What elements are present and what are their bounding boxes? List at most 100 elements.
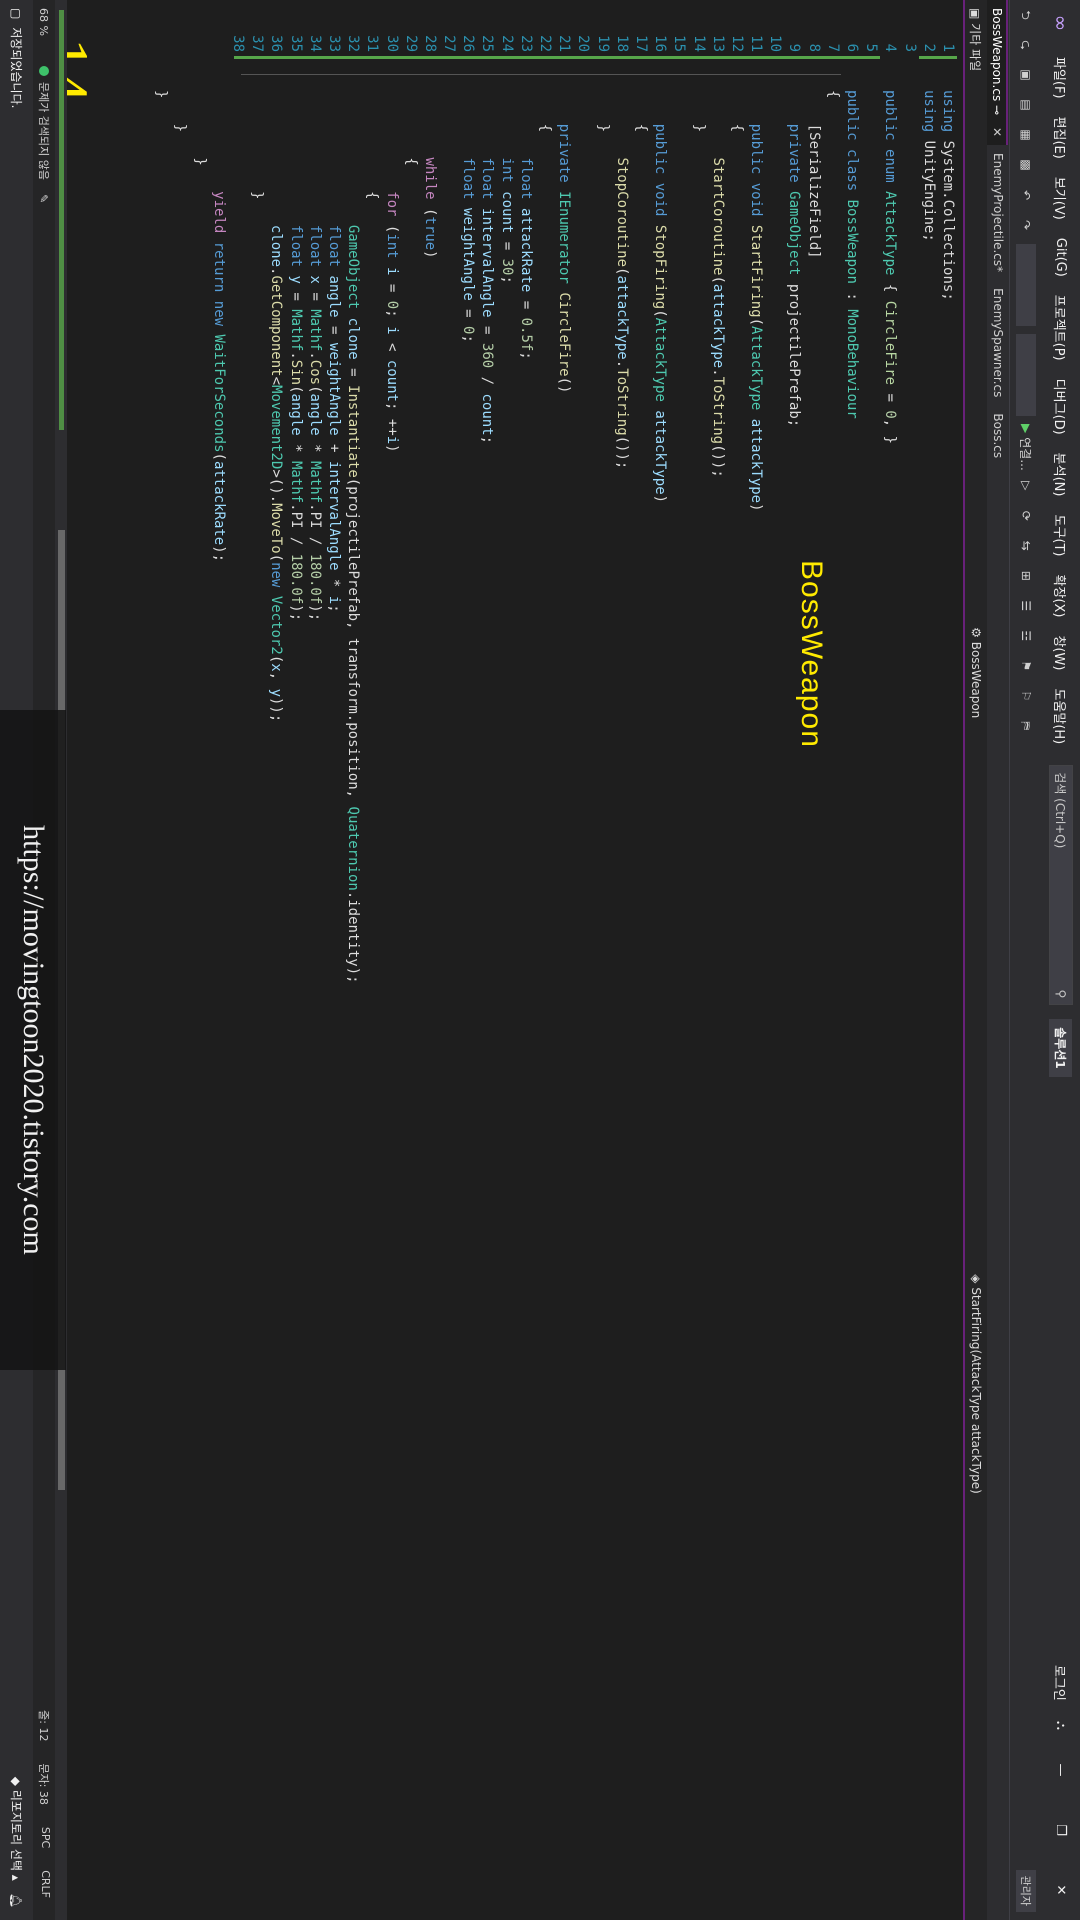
save-icon[interactable]: ▦	[1016, 125, 1036, 145]
code-line[interactable]	[669, 90, 688, 984]
code-line[interactable]: float y = Mathf.Sin(angle * Mathf.PI / 1…	[285, 90, 304, 984]
menu-file[interactable]: 파일(F)	[1052, 48, 1071, 108]
member-dropdown[interactable]: ◈ StartFiring(AttackType attackType)	[969, 1266, 983, 1502]
code-line[interactable]	[899, 90, 918, 984]
project-dropdown[interactable]: ▣ 기타 파일	[968, 0, 985, 79]
code-editor[interactable]: 1 2 3 4 5 6 7 8 9 10 11 12 13 14 15 16 17 18 19 20 21 22 23 24 2…	[31, 0, 963, 1920]
save-all-icon[interactable]: ▩	[1016, 155, 1036, 175]
code-line[interactable]: GameObject clone = Instantiate(projectil…	[343, 90, 362, 984]
minimize-icon[interactable]: —	[1054, 1750, 1069, 1790]
search-box[interactable]: 검색 (Ctrl+Q) ⚲	[1049, 765, 1073, 1006]
code-line[interactable]: for (int i = 0; i < count; ++i)	[381, 90, 400, 984]
notifications-icon[interactable]: 🔔︎	[10, 1893, 24, 1908]
code-line[interactable]: private IEnumerator CircleFire()	[554, 90, 573, 984]
code-line[interactable]: }	[688, 90, 707, 984]
code-line[interactable]: {	[631, 90, 650, 984]
code-line[interactable]: using UnityEngine;	[919, 90, 938, 984]
menu-extensions[interactable]: 확장(X)	[1052, 565, 1071, 626]
redo-icon[interactable]: ↷	[1016, 215, 1036, 235]
bookmark-icon[interactable]: ⚑	[1016, 656, 1036, 676]
open-folder-icon[interactable]: ▤	[1016, 95, 1036, 115]
breakpoints-icon[interactable]: ⊞	[1016, 566, 1036, 586]
platform-dropdown[interactable]	[1016, 334, 1036, 416]
class-dropdown[interactable]: ⚙ BossWeapon	[969, 619, 983, 726]
code-line[interactable]: }	[151, 90, 170, 984]
code-line[interactable]: float attackRate = 0.5f;	[516, 90, 535, 984]
code-line[interactable]: }	[170, 90, 189, 984]
menu-window[interactable]: 창(W)	[1052, 626, 1071, 679]
undo-icon[interactable]: ↶	[1016, 185, 1036, 205]
brush-icon[interactable]: ✎	[38, 194, 51, 203]
restore-icon[interactable]: ❐	[1054, 1810, 1069, 1850]
code-line[interactable]: {	[401, 90, 420, 984]
code-line[interactable]	[439, 90, 458, 984]
menu-project[interactable]: 프로젝트(P)	[1052, 286, 1071, 370]
watermark: https://movingtoon2020.tistory.com	[0, 710, 66, 1370]
issues-indicator[interactable]: 문제가 검색되지 않음	[36, 65, 52, 180]
code-line[interactable]: using System.Collections;	[938, 90, 957, 984]
close-tab-icon[interactable]: ✕	[990, 127, 1004, 137]
attach-button[interactable]: 연결...	[1018, 437, 1035, 471]
back-icon[interactable]: ⮌	[1016, 5, 1036, 25]
tab-enemyspawner[interactable]: EnemySpawner.cs	[987, 280, 1008, 406]
code-line[interactable]: {	[727, 90, 746, 984]
configuration-dropdown[interactable]	[1016, 244, 1036, 326]
run-icon[interactable]: ▶	[1019, 424, 1033, 433]
pin-icon[interactable]: ⊸	[990, 105, 1004, 115]
code-line[interactable]: clone.GetComponent<Movement2D>().MoveTo(…	[266, 90, 285, 984]
git-icon: ◆	[9, 1776, 23, 1790]
code-line[interactable]: {	[823, 90, 842, 984]
whitespace-indicator[interactable]: SPC	[36, 1827, 52, 1848]
forward-icon[interactable]: ⮎	[1016, 35, 1036, 55]
code-line[interactable]: float weightAngle = 0;	[458, 90, 477, 984]
menu-tools[interactable]: 도구(T)	[1052, 505, 1071, 565]
code-line[interactable]: public void StartFiring(AttackType attac…	[746, 90, 765, 984]
tab-boss[interactable]: Boss.cs	[987, 405, 1008, 467]
bookmark-next-icon[interactable]: ⛿	[1016, 716, 1036, 736]
bookmark-prev-icon[interactable]: ⚐	[1016, 686, 1036, 706]
menu-analyze[interactable]: 분석(N)	[1052, 444, 1071, 506]
code-line[interactable]: {	[362, 90, 381, 984]
code-line[interactable]: }	[190, 90, 209, 984]
repository-selector[interactable]: ◆ 리포지토리 선택 ▴	[8, 1777, 25, 1881]
code-line[interactable]	[861, 90, 880, 984]
browser-link-icon[interactable]: ⇆	[1016, 536, 1036, 556]
login-link[interactable]: 로그인	[1052, 1665, 1071, 1701]
menu-help[interactable]: 도움말(H)	[1052, 679, 1071, 753]
code-line[interactable]: float intervalAngle = 360 / count;	[477, 90, 496, 984]
line-ending-indicator[interactable]: CRLF	[36, 1870, 52, 1898]
code-line[interactable]: {	[535, 90, 554, 984]
code-line[interactable]: public void StopFiring(AttackType attack…	[650, 90, 669, 984]
hot-reload-icon[interactable]: ⟳	[1016, 506, 1036, 526]
code-line[interactable]	[573, 90, 592, 984]
code-line[interactable]: int count = 30;	[497, 90, 516, 984]
code-line[interactable]: private GameObject projectilePrefab;	[784, 90, 803, 984]
uncomment-icon[interactable]: ☲	[1016, 626, 1036, 646]
menu-git[interactable]: Git(G)	[1054, 229, 1069, 286]
code-line[interactable]: StartCoroutine(attackType.ToString());	[708, 90, 727, 984]
code-line[interactable]: yield return new WaitForSeconds(attackRa…	[209, 90, 228, 984]
code-line[interactable]	[765, 90, 784, 984]
code-line[interactable]: public enum AttackType { CircleFire = 0,…	[880, 90, 899, 984]
code-line[interactable]: float x = Mathf.Cos(angle * Mathf.PI / 1…	[305, 90, 324, 984]
share-icon[interactable]: ⛬	[1054, 1721, 1069, 1730]
code-text[interactable]: using System.Collections; using UnityEngi…	[151, 90, 957, 984]
code-line[interactable]: public class BossWeapon : MonoBehaviour	[842, 90, 861, 984]
run-outline-icon[interactable]: ▷	[1016, 476, 1036, 496]
code-line[interactable]: [SerializeField]	[804, 90, 823, 984]
close-icon[interactable]: ✕	[1054, 1870, 1069, 1910]
code-line[interactable]: StopCoroutine(attackType.ToString());	[612, 90, 631, 984]
tab-bossweapon[interactable]: BossWeapon.cs ⊸ ✕	[987, 0, 1008, 145]
menu-edit[interactable]: 편집(E)	[1052, 108, 1071, 168]
code-line[interactable]	[228, 90, 247, 984]
code-line[interactable]: float angle = weightAngle + intervalAngl…	[324, 90, 343, 984]
code-line[interactable]: }	[592, 90, 611, 984]
code-line[interactable]: }	[247, 90, 266, 984]
menu-view[interactable]: 보기(V)	[1052, 168, 1071, 229]
menu-debug[interactable]: 디버그(D)	[1052, 370, 1071, 444]
code-line[interactable]: while (true)	[420, 90, 439, 984]
comment-icon[interactable]: ☰	[1016, 596, 1036, 616]
zoom-level[interactable]: 68 %	[38, 8, 51, 36]
tab-enemyprojectile[interactable]: EnemyProjectile.cs*	[987, 145, 1008, 281]
new-item-icon[interactable]: ▣	[1016, 65, 1036, 85]
